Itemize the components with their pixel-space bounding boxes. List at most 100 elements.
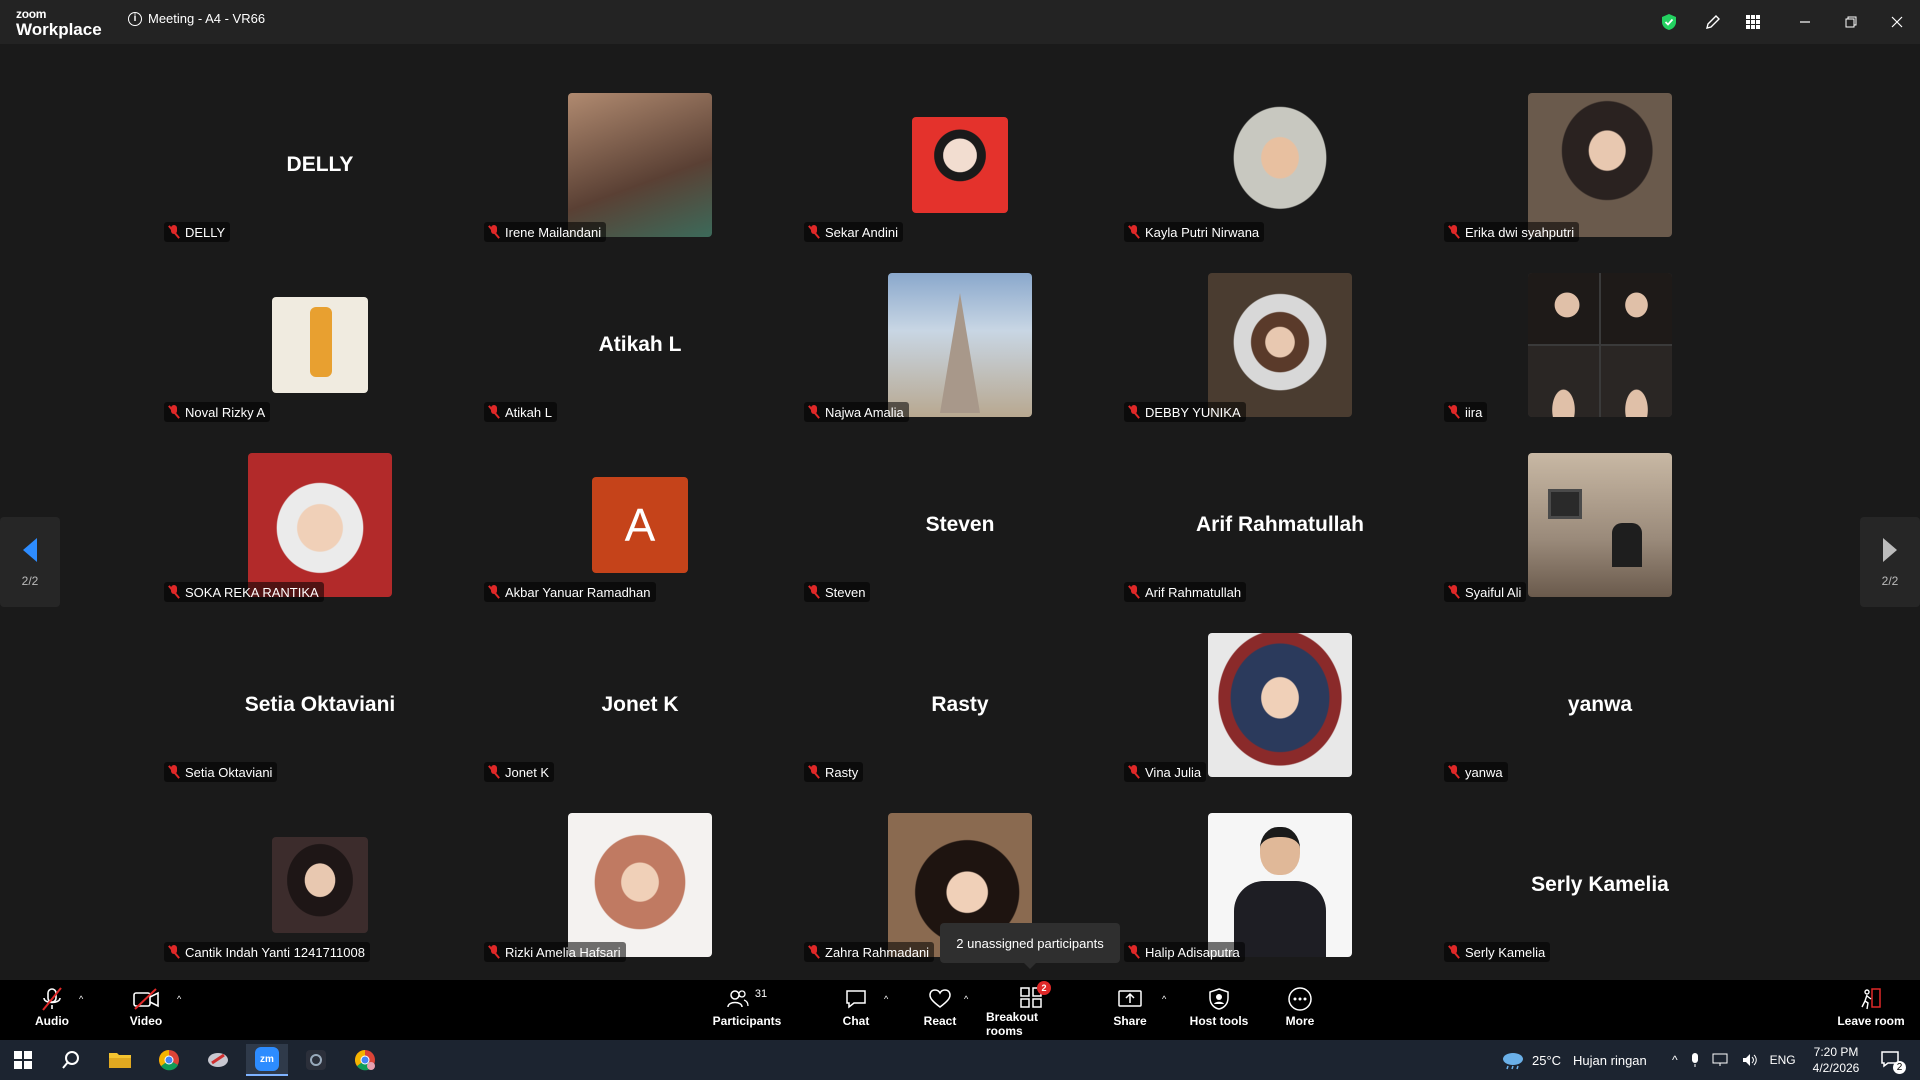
participant-name: Cantik Indah Yanti 1241711008: [185, 944, 365, 960]
share-options-caret[interactable]: ^: [1162, 994, 1166, 1004]
participant-tile-noval[interactable]: Noval Rizky A: [160, 265, 480, 425]
participant-tile-steven[interactable]: Steven Steven: [800, 445, 1120, 605]
participant-name: Erika dwi syahputri: [1465, 224, 1575, 240]
participant-tile-syaiful[interactable]: Syaiful Ali: [1440, 445, 1760, 605]
chat-button[interactable]: Chat: [836, 984, 876, 1038]
meeting-info-button[interactable]: i Meeting - A4 - VR66: [128, 11, 265, 26]
apps-grid-icon[interactable]: [1738, 8, 1768, 36]
participant-name: Syaiful Ali: [1465, 584, 1522, 600]
participant-tile-debby[interactable]: DEBBY YUNIKA: [1120, 265, 1440, 425]
host-tools-button[interactable]: Host tools: [1188, 984, 1250, 1038]
notification-center-button[interactable]: 2: [1880, 1040, 1906, 1080]
windows-start-icon[interactable]: [2, 1044, 44, 1076]
participant-name: Arif Rahmatullah: [1145, 584, 1242, 600]
participant-name: Halip Adisaputra: [1145, 944, 1240, 960]
participant-name: Akbar Yanuar Ramadhan: [505, 584, 651, 600]
chrome-icon[interactable]: [148, 1044, 190, 1076]
participant-tile-cantik[interactable]: Cantik Indah Yanti 1241711008: [160, 805, 480, 965]
participant-tile-rizki[interactable]: Rizki Amelia Hafsari: [480, 805, 800, 965]
leave-room-button[interactable]: Leave room: [1836, 984, 1906, 1038]
participant-label: DELLY: [164, 222, 231, 242]
participant-tile-setia[interactable]: Setia Oktaviani Setia Oktaviani: [160, 625, 480, 785]
participant-tile-rasty[interactable]: Rasty Rasty: [800, 625, 1120, 785]
react-options-caret[interactable]: ^: [964, 994, 968, 1004]
volume-icon[interactable]: [1742, 1053, 1758, 1067]
breakout-rooms-icon: 2: [1019, 981, 1051, 1010]
breakout-rooms-button[interactable]: 2 Breakout rooms: [986, 981, 1076, 1038]
participant-name: SOKA REKA RANTIKA: [185, 584, 319, 600]
participant-display-name: Jonet K: [601, 693, 679, 716]
participants-label: Participants: [712, 1014, 782, 1028]
chat-options-caret[interactable]: ^: [884, 994, 888, 1004]
next-page-button[interactable]: 2/2: [1860, 517, 1920, 607]
participant-avatar-initial: A: [592, 477, 688, 573]
participant-tile-jonet[interactable]: Jonet K Jonet K: [480, 625, 800, 785]
participant-photo: [272, 837, 368, 933]
meeting-title: Meeting - A4 - VR66: [148, 11, 266, 26]
participant-name: Serly Kamelia: [1465, 944, 1546, 960]
participant-name: Steven: [825, 584, 866, 600]
participant-tile-kayla[interactable]: Kayla Putri Nirwana: [1120, 85, 1440, 245]
more-button[interactable]: More: [1280, 984, 1320, 1038]
participant-tile-iira[interactable]: iira: [1440, 265, 1760, 425]
audio-options-caret[interactable]: ^: [79, 994, 83, 1004]
participant-tile-halip[interactable]: Halip Adisaputra: [1120, 805, 1440, 965]
mic-muted-icon: [1128, 945, 1140, 959]
participant-label: iira: [1444, 402, 1488, 422]
unassigned-participants-tooltip: 2 unassigned participants: [940, 923, 1120, 969]
input-language[interactable]: ENG: [1770, 1053, 1796, 1067]
participant-photo: [912, 117, 1008, 213]
participant-tile-sekar[interactable]: Sekar Andini: [800, 85, 1120, 245]
participant-tile-irene[interactable]: Irene Mailandani: [480, 85, 800, 245]
chevron-up-icon[interactable]: ^: [1672, 1053, 1678, 1067]
participant-name: Rasty: [825, 764, 859, 780]
video-options-caret[interactable]: ^: [177, 994, 181, 1004]
participant-display-name: Arif Rahmatullah: [1195, 513, 1365, 536]
snipping-tool-icon[interactable]: [197, 1044, 239, 1076]
participant-tile-delly[interactable]: DELLY DELLY: [160, 85, 480, 245]
participant-tile-arif[interactable]: Arif Rahmatullah Arif Rahmatullah: [1120, 445, 1440, 605]
participant-name: Jonet K: [505, 764, 550, 780]
participant-label: Setia Oktaviani: [164, 762, 278, 782]
mic-muted-icon: [1448, 585, 1460, 599]
participant-tile-vina[interactable]: Vina Julia: [1120, 625, 1440, 785]
previous-page-button[interactable]: 2/2: [0, 517, 60, 607]
participant-tile-soka[interactable]: SOKA REKA RANTIKA: [160, 445, 480, 605]
participant-tile-akbar[interactable]: A Akbar Yanuar Ramadhan: [480, 445, 800, 605]
pencil-icon[interactable]: [1698, 8, 1728, 36]
video-button[interactable]: Video: [124, 984, 168, 1038]
microphone-icon[interactable]: [1690, 1052, 1700, 1068]
camera-app-icon[interactable]: [295, 1044, 337, 1076]
participant-name: Najwa Amalia: [825, 404, 904, 420]
mic-muted-icon: [1448, 945, 1460, 959]
mic-muted-icon: [1128, 405, 1140, 419]
participant-tile-najwa[interactable]: Najwa Amalia: [800, 265, 1120, 425]
participant-label: Atikah L: [484, 402, 557, 422]
participant-tile-atikah[interactable]: Atikah L Atikah L: [480, 265, 800, 425]
participant-tile-serly[interactable]: Serly Kamelia Serly Kamelia: [1440, 805, 1760, 965]
mic-muted-icon: [1128, 225, 1140, 239]
file-explorer-icon[interactable]: [99, 1044, 141, 1076]
share-button[interactable]: Share: [1110, 984, 1150, 1038]
participants-button[interactable]: 31 Participants: [710, 984, 784, 1038]
chrome-profile-icon[interactable]: [344, 1044, 386, 1076]
shield-check-icon[interactable]: [1654, 8, 1684, 36]
minimize-icon[interactable]: [1790, 8, 1820, 36]
participant-tile-yanwa[interactable]: yanwa yanwa: [1440, 625, 1760, 785]
react-button[interactable]: React: [920, 984, 960, 1038]
mic-muted-icon: [168, 765, 180, 779]
network-icon[interactable]: [1712, 1053, 1730, 1067]
restore-icon[interactable]: [1836, 8, 1866, 36]
participant-label: Syaiful Ali: [1444, 582, 1527, 602]
participant-name: Kayla Putri Nirwana: [1145, 224, 1260, 240]
participant-photo: [1208, 633, 1352, 777]
close-icon[interactable]: [1882, 8, 1912, 36]
search-icon[interactable]: [50, 1044, 92, 1076]
audio-button[interactable]: Audio: [30, 984, 74, 1038]
participant-photo: [1528, 273, 1672, 417]
clock[interactable]: 7:20 PM 4/2/2026: [1796, 1040, 1876, 1080]
weather-widget[interactable]: 25°C Hujan ringan: [1500, 1040, 1647, 1080]
participant-tile-erika[interactable]: Erika dwi syahputri: [1440, 85, 1760, 245]
clock-time: 7:20 PM: [1813, 1045, 1859, 1059]
zoom-app-icon[interactable]: zm: [246, 1044, 288, 1076]
